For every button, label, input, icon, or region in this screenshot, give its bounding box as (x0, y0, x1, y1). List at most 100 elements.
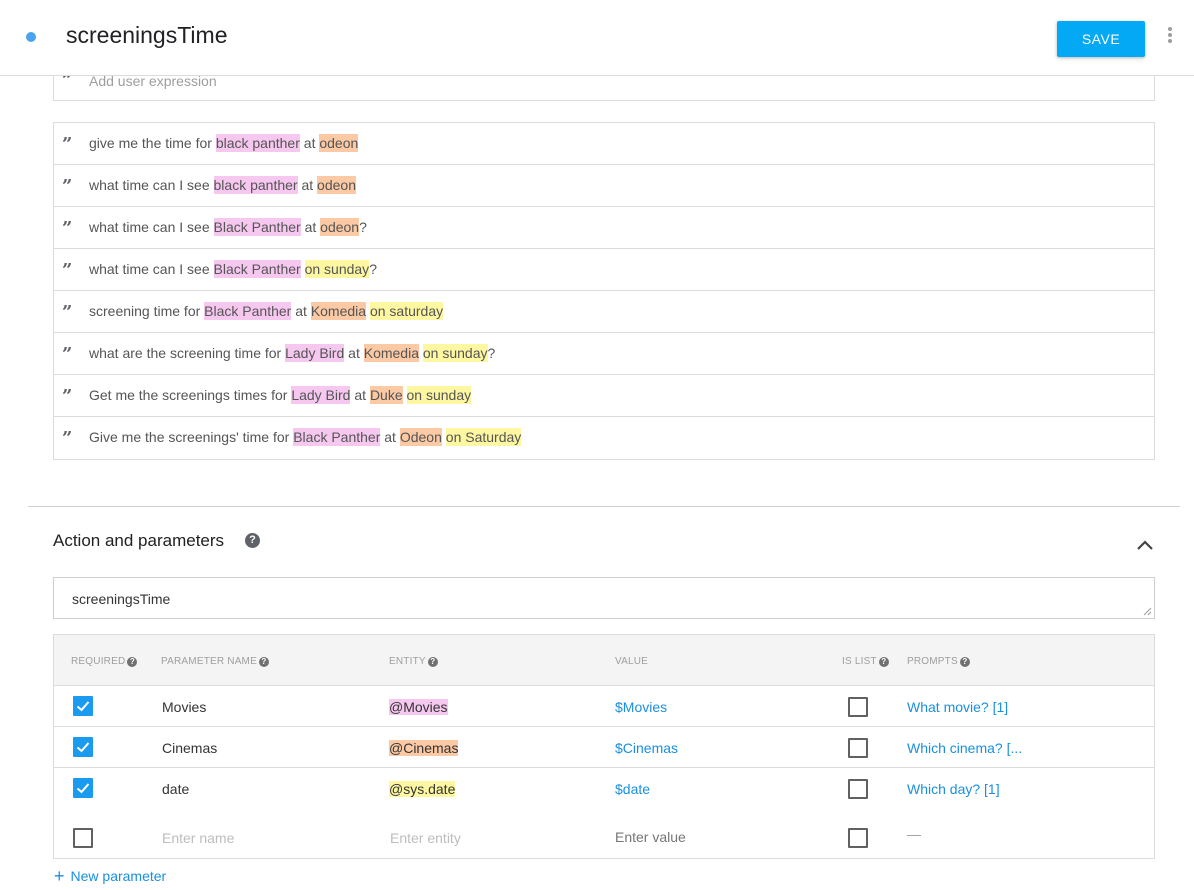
phrase-segment: ? (487, 345, 496, 361)
resize-handle-icon[interactable] (1142, 606, 1152, 616)
action-name-field[interactable] (53, 577, 1155, 619)
date-annotation[interactable]: on sunday (406, 386, 472, 404)
parameter-name-input[interactable]: Enter name (162, 830, 234, 846)
new-parameter-row: Enter name Enter entity Enter value — (54, 813, 1154, 858)
help-icon[interactable]: ? (258, 657, 269, 667)
parameter-value[interactable]: $Movies (615, 699, 667, 715)
movie-annotation[interactable]: black panther (213, 176, 298, 194)
entity-chip[interactable]: @sys.date (389, 781, 456, 797)
training-phrase-row[interactable]: ” Get me the screenings times for Lady Bi… (54, 375, 1154, 417)
training-phrase-text[interactable]: what time can I see Black Panther on sun… (89, 260, 377, 278)
training-phrase-row[interactable]: ” what time can I see Black Panther at od… (54, 207, 1154, 249)
phrase-segment: at (299, 135, 320, 151)
required-checkbox[interactable] (73, 828, 93, 848)
movie-annotation[interactable]: Lady Bird (285, 344, 345, 362)
prompts-link[interactable]: Which cinema? [... (907, 740, 1022, 756)
section-title: Action and parameters (53, 531, 225, 550)
cinema-annotation[interactable]: odeon (319, 134, 359, 152)
cinema-annotation[interactable]: Duke (369, 386, 403, 404)
entity-value[interactable]: @Cinemas (389, 740, 459, 756)
chevron-up-icon[interactable] (1135, 538, 1155, 552)
movie-annotation[interactable]: black panther (215, 134, 300, 152)
training-phrase-text[interactable]: what time can I see Black Panther at ode… (89, 218, 367, 236)
action-name-input[interactable] (72, 591, 1132, 607)
date-annotation[interactable]: on sunday (422, 344, 488, 362)
check-icon (76, 701, 90, 712)
cinema-annotation[interactable]: odeon (317, 176, 356, 194)
training-phrase-row[interactable]: ” screening time for Black Panther at Kom… (54, 291, 1154, 333)
training-phrase-row[interactable]: ” what time can I see Black Panther on su… (54, 249, 1154, 291)
column-header-parameter-name: PARAMETER NAME? (161, 656, 269, 667)
training-phrase-text[interactable]: what time can I see black panther at ode… (89, 176, 356, 194)
phrase-segment: screening time for (89, 303, 205, 319)
phrase-segment: at (380, 429, 400, 445)
entity-chip[interactable]: @Movies (389, 699, 448, 715)
column-header-value: VALUE (615, 656, 649, 667)
parameter-value[interactable]: $Cinemas (615, 740, 678, 756)
help-icon[interactable]: ? (959, 657, 970, 667)
is-list-checkbox[interactable] (848, 779, 868, 799)
table-header: REQUIRED? PARAMETER NAME? ENTITY? VALUE … (54, 635, 1154, 686)
training-phrase-text[interactable]: Get me the screenings times for Lady Bir… (89, 386, 472, 404)
value-input[interactable]: Enter value (615, 829, 686, 845)
required-checkbox[interactable] (73, 737, 93, 757)
column-header-is-list: IS LIST? (842, 656, 889, 667)
new-parameter-link[interactable]: + New parameter (54, 866, 166, 887)
quote-icon: ” (62, 386, 73, 407)
quote-icon: ” (62, 176, 73, 197)
entity-value[interactable]: @Movies (389, 699, 448, 715)
entity-value[interactable]: @sys.date (389, 781, 456, 797)
training-phrase-row[interactable]: ” Give me the screenings' time for Black … (54, 417, 1154, 459)
training-phrase-text[interactable]: Give me the screenings' time for Black P… (89, 428, 522, 446)
parameter-name[interactable]: Cinemas (162, 740, 217, 756)
movie-annotation[interactable]: Black Panther (204, 302, 292, 320)
cinema-annotation[interactable]: Komedia (363, 344, 419, 362)
training-phrase-text[interactable]: screening time for Black Panther at Kome… (89, 302, 444, 320)
prompts-link[interactable]: Which day? [1] (907, 781, 1000, 797)
quote-icon: ” (62, 134, 73, 155)
cinema-annotation[interactable]: odeon (320, 218, 360, 236)
parameter-name[interactable]: date (162, 781, 189, 797)
phrase-segment: at (300, 219, 321, 235)
parameter-name[interactable]: Movies (162, 699, 206, 715)
check-icon (76, 783, 90, 794)
phrase-segment: ? (369, 261, 377, 277)
is-list-checkbox[interactable] (848, 828, 868, 848)
save-button[interactable]: SAVE (1057, 21, 1145, 57)
help-icon[interactable]: ? (245, 533, 260, 548)
cinema-annotation[interactable]: Odeon (399, 428, 442, 446)
entity-input[interactable]: Enter entity (390, 830, 461, 846)
phrase-segment: Get me the screenings times for (89, 387, 292, 403)
phrase-segment: give me the time for (89, 135, 216, 151)
help-icon[interactable]: ? (427, 657, 438, 667)
movie-annotation[interactable]: Lady Bird (291, 386, 351, 404)
prompts-placeholder: — (907, 826, 921, 842)
parameters-table: REQUIRED? PARAMETER NAME? ENTITY? VALUE … (53, 634, 1155, 859)
movie-annotation[interactable]: Black Panther (213, 218, 301, 236)
is-list-checkbox[interactable] (848, 738, 868, 758)
parameter-value[interactable]: $date (615, 781, 650, 797)
required-checkbox[interactable] (73, 696, 93, 716)
required-checkbox[interactable] (73, 778, 93, 798)
check-icon (76, 742, 90, 753)
training-phrase-row[interactable]: ” what time can I see black panther at od… (54, 165, 1154, 207)
date-annotation[interactable]: on Saturday (445, 428, 522, 446)
help-icon[interactable]: ? (127, 657, 138, 667)
entity-chip[interactable]: @Cinemas (389, 740, 459, 756)
training-phrase-text[interactable]: give me the time for black panther at od… (89, 134, 359, 152)
is-list-checkbox[interactable] (848, 697, 868, 717)
movie-annotation[interactable]: Black Panther (213, 260, 301, 278)
phrase-segment: at (344, 345, 364, 361)
intent-title[interactable]: screeningsTime (66, 22, 227, 49)
training-phrase-row[interactable]: ” give me the time for black panther at o… (54, 123, 1154, 165)
date-annotation[interactable]: on saturday (369, 302, 444, 320)
training-phrase-text[interactable]: what are the screening time for Lady Bir… (89, 344, 496, 362)
movie-annotation[interactable]: Black Panther (293, 428, 381, 446)
more-options-icon[interactable] (1164, 27, 1176, 47)
date-annotation[interactable]: on sunday (304, 260, 370, 278)
quote-icon: ” (62, 260, 73, 281)
training-phrase-row[interactable]: ” what are the screening time for Lady Bi… (54, 333, 1154, 375)
cinema-annotation[interactable]: Komedia (310, 302, 367, 320)
help-icon[interactable]: ? (878, 657, 889, 667)
prompts-link[interactable]: What movie? [1] (907, 699, 1008, 715)
